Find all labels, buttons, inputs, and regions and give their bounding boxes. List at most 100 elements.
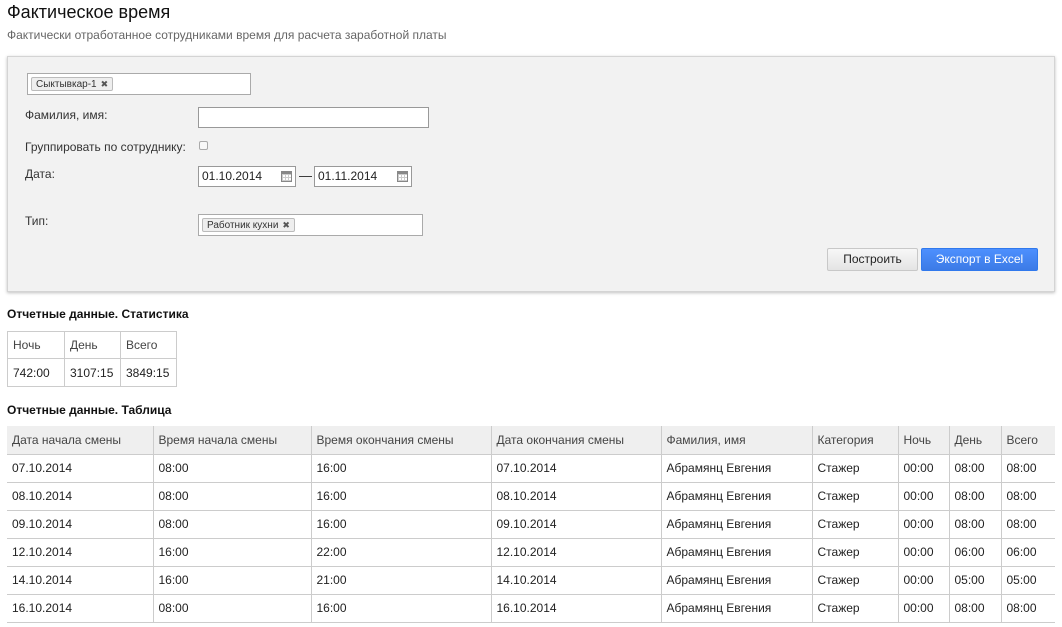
table-cell: 09.10.2014: [7, 510, 153, 539]
build-button[interactable]: Построить: [827, 248, 918, 271]
table-cell: 07.10.2014: [490, 454, 661, 483]
stats-value-row: 742:00 3107:15 3849:15: [7, 358, 177, 387]
name-input[interactable]: [198, 107, 429, 128]
date-label: Дата:: [25, 167, 55, 181]
stats-day-value: 3107:15: [64, 358, 121, 387]
stats-night-value: 742:00: [7, 358, 65, 387]
stats-total-value: 3849:15: [120, 358, 177, 387]
report-header-cell: Всего: [1000, 426, 1055, 455]
table-cell: Абрамянц Евгения: [660, 594, 812, 623]
table-cell: 16:00: [310, 482, 491, 511]
table-cell: 06:00: [1000, 538, 1055, 567]
table-cell: 12.10.2014: [490, 538, 661, 567]
report-header-cell: Дата окончания смены: [490, 426, 661, 455]
stats-header-day: День: [64, 331, 121, 359]
table-cell: 08:00: [948, 482, 1001, 511]
table-cell: 08:00: [948, 510, 1001, 539]
name-label: Фамилия, имя:: [25, 108, 108, 122]
type-tag-label: Работник кухни: [207, 220, 279, 231]
table-cell: 21:00: [310, 566, 491, 595]
table-cell: Абрамянц Евгения: [660, 538, 812, 567]
table-cell: Стажер: [811, 510, 898, 539]
table-row: 16.10.2014 08:00 16:00 16.10.2014 Абрамянц Е…: [7, 594, 1055, 623]
table-cell: 00:00: [897, 482, 949, 511]
table-cell: 00:00: [897, 566, 949, 595]
table-cell: 00:00: [897, 510, 949, 539]
report-header-cell: Время начала смены: [152, 426, 311, 455]
table-cell: 08:00: [1000, 482, 1055, 511]
table-cell: 16:00: [310, 510, 491, 539]
date-to-value: 01.11.2014: [318, 169, 378, 183]
stats-header-night: Ночь: [7, 331, 65, 359]
report-table: Дата начала смены Время начала смены Время…: [7, 426, 1055, 623]
report-header-cell: Время окончания смены: [310, 426, 491, 455]
table-cell: 08:00: [948, 454, 1001, 483]
location-tag-label: Сыктывкар-1: [36, 79, 97, 90]
export-excel-button[interactable]: Экспорт в Excel: [921, 248, 1038, 271]
table-cell: 08:00: [152, 594, 311, 623]
report-header-row: Дата начала смены Время начала смены Время…: [7, 426, 1055, 455]
table-cell: 16:00: [152, 566, 311, 595]
table-cell: Стажер: [811, 482, 898, 511]
date-from-value: 01.10.2014: [202, 169, 263, 183]
table-cell: 08:00: [948, 594, 1001, 623]
table-cell: 09.10.2014: [490, 510, 661, 539]
table-cell: Стажер: [811, 538, 898, 567]
table-cell: 16:00: [152, 538, 311, 567]
location-tag-input[interactable]: Сыктывкар-1 ✖: [27, 73, 251, 95]
type-tag: Работник кухни ✖: [202, 218, 295, 232]
table-cell: 16:00: [310, 594, 491, 623]
table-row: 09.10.2014 08:00 16:00 09.10.2014 Абрамянц Е…: [7, 510, 1055, 539]
date-range-separator: —: [299, 168, 312, 183]
table-cell: 00:00: [897, 538, 949, 567]
table-cell: 08:00: [1000, 454, 1055, 483]
table-cell: 08.10.2014: [7, 482, 153, 511]
table-cell: 22:00: [310, 538, 491, 567]
table-cell: Абрамянц Евгения: [660, 566, 812, 595]
table-cell: 00:00: [897, 454, 949, 483]
calendar-icon[interactable]: [281, 171, 292, 182]
table-cell: 06:00: [948, 538, 1001, 567]
group-by-employee-label: Группировать по сотруднику:: [25, 140, 186, 154]
date-from-field[interactable]: 01.10.2014: [198, 166, 296, 187]
table-cell: Абрамянц Евгения: [660, 454, 812, 483]
table-cell: Стажер: [811, 454, 898, 483]
table-cell: 14.10.2014: [7, 566, 153, 595]
table-cell: 14.10.2014: [490, 566, 661, 595]
type-tag-input[interactable]: Работник кухни ✖: [198, 214, 423, 236]
report-header-cell: День: [948, 426, 1001, 455]
table-cell: 05:00: [948, 566, 1001, 595]
table-row: 14.10.2014 16:00 21:00 14.10.2014 Абрамянц Е…: [7, 566, 1055, 595]
remove-type-tag-icon[interactable]: ✖: [282, 220, 290, 230]
stats-header-row: Ночь День Всего: [7, 331, 177, 359]
type-label: Тип:: [25, 214, 49, 228]
group-by-employee-checkbox[interactable]: [199, 141, 208, 150]
table-cell: 00:00: [897, 594, 949, 623]
table-cell: 08:00: [152, 482, 311, 511]
table-cell: Стажер: [811, 594, 898, 623]
report-section-title: Отчетные данные. Таблица: [7, 403, 172, 417]
report-header-cell: Дата начала смены: [7, 426, 153, 455]
stats-header-total: Всего: [120, 331, 177, 359]
table-row: 07.10.2014 08:00 16:00 07.10.2014 Абрамянц Е…: [7, 454, 1055, 483]
table-cell: 16:00: [310, 454, 491, 483]
report-header-cell: Ночь: [897, 426, 949, 455]
filter-panel: Сыктывкар-1 ✖ Фамилия, имя: Группировать …: [7, 56, 1055, 292]
table-cell: 12.10.2014: [7, 538, 153, 567]
location-tag: Сыктывкар-1 ✖: [31, 77, 114, 91]
calendar-icon[interactable]: [397, 171, 408, 182]
page-subtitle: Фактически отработанное сотрудниками вре…: [7, 28, 447, 42]
remove-location-tag-icon[interactable]: ✖: [101, 79, 109, 89]
report-header-cell: Категория: [811, 426, 898, 455]
report-header-cell: Фамилия, имя: [660, 426, 812, 455]
table-cell: Абрамянц Евгения: [660, 510, 812, 539]
table-cell: Абрамянц Евгения: [660, 482, 812, 511]
table-cell: 08:00: [152, 510, 311, 539]
table-cell: Стажер: [811, 566, 898, 595]
table-cell: 05:00: [1000, 566, 1055, 595]
table-cell: 08:00: [152, 454, 311, 483]
stats-section-title: Отчетные данные. Статистика: [7, 307, 189, 321]
table-row: 12.10.2014 16:00 22:00 12.10.2014 Абрамянц Е…: [7, 538, 1055, 567]
table-cell: 07.10.2014: [7, 454, 153, 483]
date-to-field[interactable]: 01.11.2014: [314, 166, 412, 187]
